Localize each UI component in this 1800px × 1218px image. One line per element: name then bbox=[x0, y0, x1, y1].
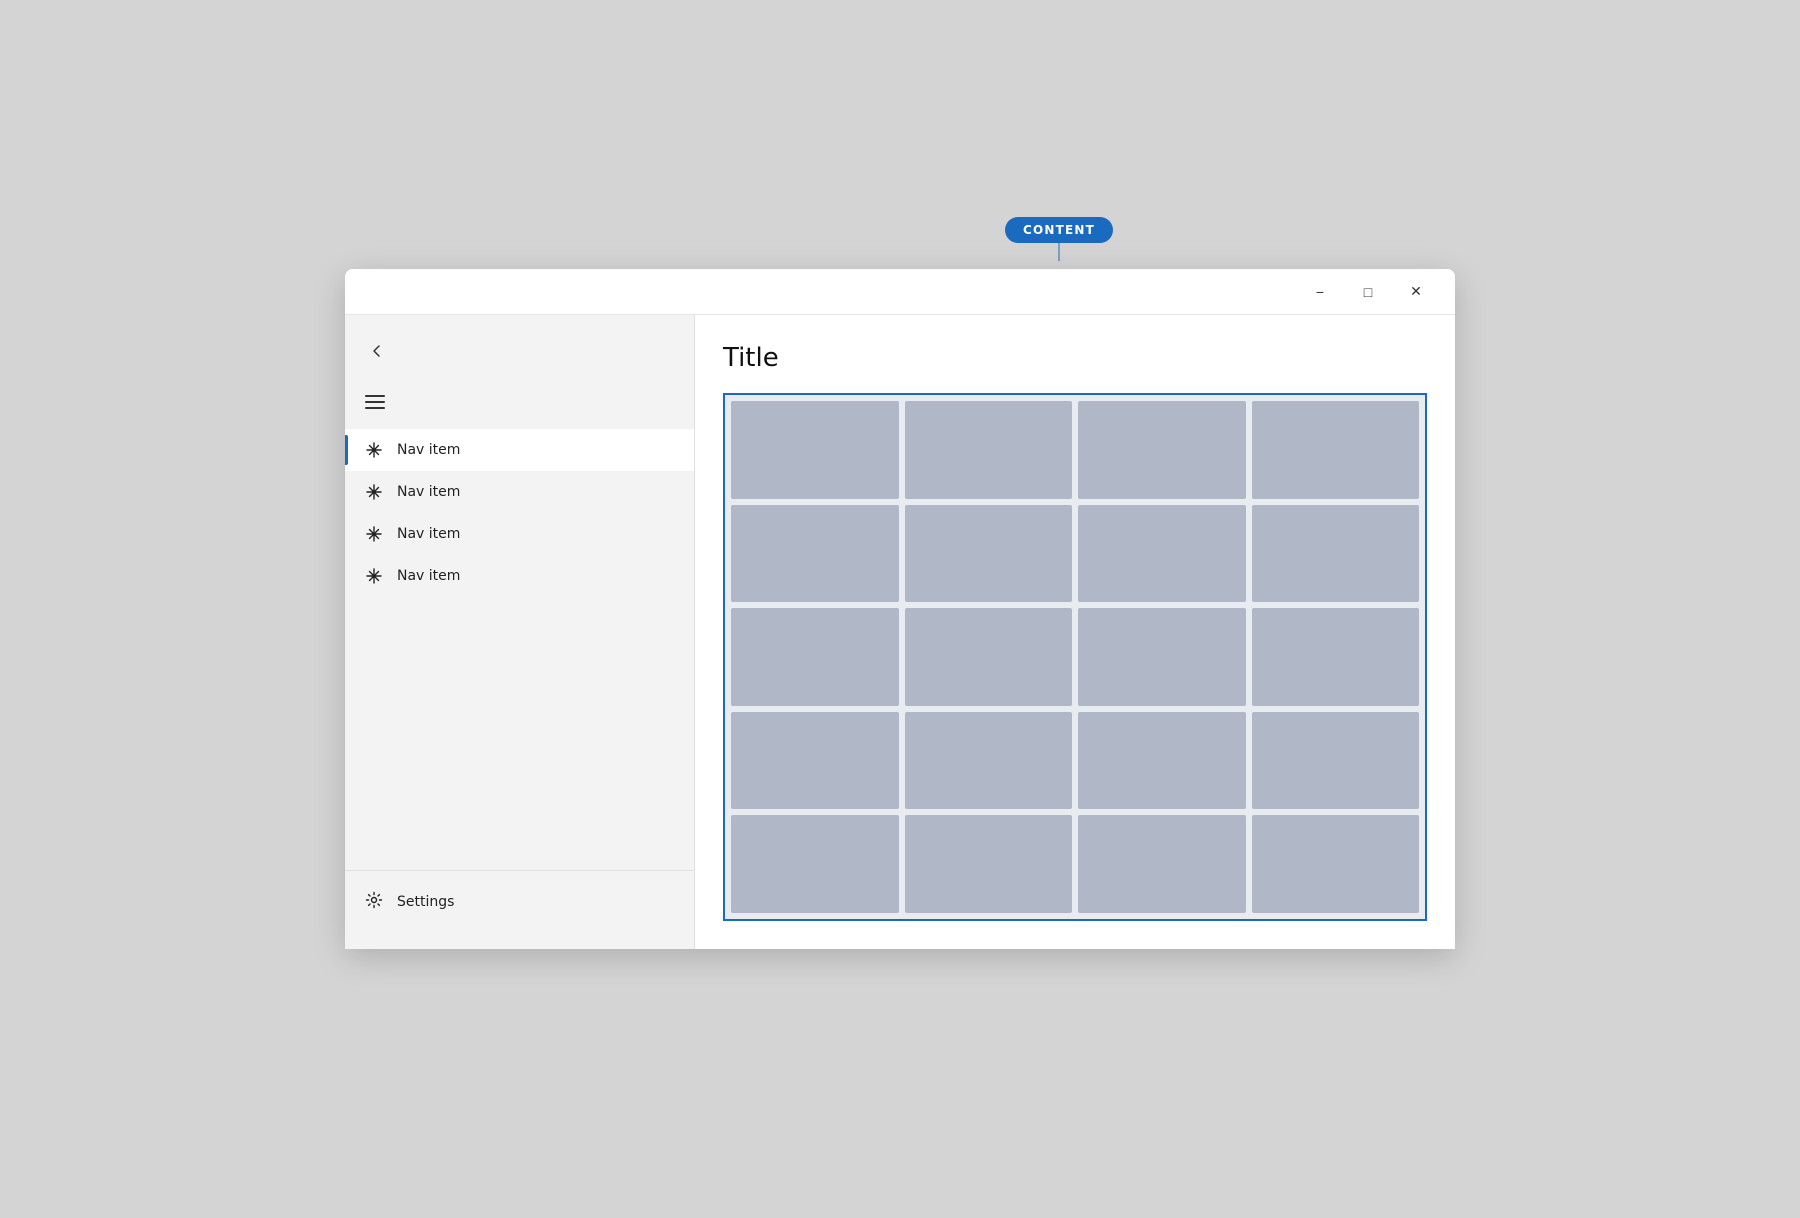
maximize-button[interactable]: □ bbox=[1345, 276, 1391, 308]
grid-cell bbox=[1078, 505, 1246, 603]
grid-cell bbox=[1078, 608, 1246, 706]
nav-icon-4 bbox=[365, 567, 383, 585]
grid-cell bbox=[905, 815, 1073, 913]
sidebar-item-nav-1[interactable]: Nav item bbox=[345, 429, 694, 471]
minimize-button[interactable]: − bbox=[1297, 276, 1343, 308]
titlebar: − □ ✕ bbox=[345, 269, 1455, 315]
nav-icon-3 bbox=[365, 525, 383, 543]
page-title: Title bbox=[723, 343, 1427, 373]
sidebar-item-label-2: Nav item bbox=[397, 484, 460, 500]
sidebar-item-label-4: Nav item bbox=[397, 568, 460, 584]
grid-cell bbox=[905, 712, 1073, 810]
nav-icon-2 bbox=[365, 483, 383, 501]
grid-cell bbox=[1078, 712, 1246, 810]
hamburger-line-3 bbox=[365, 407, 385, 409]
sidebar-top bbox=[345, 331, 694, 379]
hamburger-button[interactable] bbox=[345, 387, 405, 417]
grid-cell bbox=[1252, 505, 1420, 603]
sidebar-footer: Settings bbox=[345, 870, 694, 933]
grid-cell bbox=[1078, 401, 1246, 499]
main-layout: Nav item Nav item bbox=[345, 315, 1455, 949]
grid-cell bbox=[731, 505, 899, 603]
close-button[interactable]: ✕ bbox=[1393, 276, 1439, 308]
gear-icon bbox=[365, 891, 383, 913]
app-window: CONTENT − □ ✕ bbox=[345, 269, 1455, 949]
grid-cell bbox=[905, 401, 1073, 499]
grid-cell bbox=[1252, 401, 1420, 499]
grid-cell bbox=[1252, 608, 1420, 706]
grid-cell bbox=[731, 712, 899, 810]
grid-cell bbox=[731, 815, 899, 913]
content-tooltip: CONTENT bbox=[1005, 217, 1113, 243]
grid-cell bbox=[1252, 712, 1420, 810]
sidebar-nav: Nav item Nav item bbox=[345, 379, 694, 870]
content-grid bbox=[725, 395, 1425, 919]
grid-cell bbox=[731, 401, 899, 499]
sidebar-item-label-1: Nav item bbox=[397, 442, 460, 458]
grid-cell bbox=[1078, 815, 1246, 913]
grid-cell bbox=[905, 505, 1073, 603]
hamburger-line-1 bbox=[365, 395, 385, 397]
content-grid-wrapper bbox=[723, 393, 1427, 921]
grid-cell bbox=[1252, 815, 1420, 913]
sidebar-item-nav-2[interactable]: Nav item bbox=[345, 471, 694, 513]
sidebar-item-nav-4[interactable]: Nav item bbox=[345, 555, 694, 597]
grid-cell bbox=[731, 608, 899, 706]
sidebar: Nav item Nav item bbox=[345, 315, 695, 949]
back-button[interactable] bbox=[365, 339, 389, 363]
nav-icon-1 bbox=[365, 441, 383, 459]
hamburger-line-2 bbox=[365, 401, 385, 403]
sidebar-item-label-3: Nav item bbox=[397, 526, 460, 542]
window-controls: − □ ✕ bbox=[1297, 276, 1439, 308]
content-area: Title bbox=[695, 315, 1455, 949]
grid-cell bbox=[905, 608, 1073, 706]
settings-label: Settings bbox=[397, 894, 454, 910]
sidebar-item-nav-3[interactable]: Nav item bbox=[345, 513, 694, 555]
settings-item[interactable]: Settings bbox=[365, 883, 674, 921]
